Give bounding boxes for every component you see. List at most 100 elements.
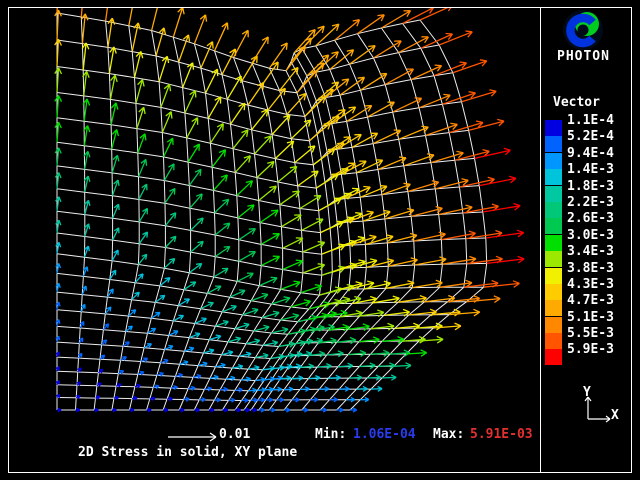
vector-arrow (162, 112, 172, 133)
max-value: 5.91E-03 (470, 427, 533, 442)
photon-logo-icon (561, 9, 605, 53)
vector-arrow (212, 150, 225, 168)
vector-arrow (208, 97, 221, 119)
vector-arrow (260, 210, 278, 222)
legend-swatch (545, 153, 562, 169)
legend-swatch (545, 136, 562, 152)
vector-arrow (85, 246, 90, 257)
vector-arrow (187, 118, 198, 138)
legend-swatch (545, 349, 562, 365)
plot-area (55, 0, 524, 412)
vector-arrow (280, 191, 299, 205)
vector-arrow (312, 89, 334, 109)
vector-arrow (111, 103, 118, 125)
legend-swatch (545, 169, 562, 185)
vector-arrow (386, 281, 414, 289)
vector-arrow (261, 256, 279, 265)
vector-arrow (227, 76, 241, 99)
vector-arrow (328, 193, 352, 205)
legend-value: 9.4E-4 (567, 146, 614, 161)
vector-arrow (272, 115, 290, 135)
legend-swatch (545, 333, 562, 349)
color-legend: 1.1E-45.2E-49.4E-41.4E-31.8E-32.2E-32.6E… (545, 120, 614, 366)
vector-arrow (252, 37, 268, 63)
legend-swatch (545, 235, 562, 251)
vector-arrow (301, 285, 322, 293)
vector-arrow (188, 144, 199, 162)
legend-swatch (545, 120, 562, 136)
vector-arrow (55, 39, 62, 66)
vector-arrow (281, 281, 300, 289)
min-label: Min: (315, 427, 346, 442)
vector-arrow (291, 120, 311, 139)
vector-arrow (76, 396, 80, 399)
vector-arrow (259, 277, 277, 285)
vector-arrow (159, 56, 169, 81)
vector-arrow (165, 236, 176, 247)
vector-arrow (129, 0, 137, 26)
legend-swatch (545, 218, 562, 234)
legend-value: 5.9E-3 (567, 342, 614, 357)
vector-arrow (56, 336, 60, 342)
scale-reference-arrow (166, 431, 224, 443)
legend-swatch (545, 268, 562, 284)
vector-arrow (152, 0, 162, 31)
vector-arrow (215, 247, 230, 257)
legend-value: 2.6E-3 (567, 211, 614, 226)
vector-arrow (135, 51, 143, 77)
vector-arrow (136, 80, 144, 104)
vector-arrow (165, 213, 175, 226)
vector-arrow (275, 141, 293, 159)
vector-arrow (222, 49, 236, 75)
vector-arrow (322, 266, 345, 275)
vector-arrow (56, 367, 60, 372)
vector-arrow (280, 68, 298, 91)
legend-value: 4.3E-3 (567, 277, 614, 292)
vector-arrow (183, 63, 194, 88)
vector-arrow (108, 18, 115, 47)
vector-arrow (283, 260, 303, 269)
vector-arrow (239, 252, 256, 262)
vector-arrow (55, 68, 62, 93)
vector-arrow (215, 223, 230, 235)
legend-value: 3.4E-3 (567, 244, 614, 259)
vector-arrow (165, 189, 175, 204)
vector-arrow (206, 69, 218, 93)
vector-arrow (230, 290, 245, 297)
vector-arrow (113, 204, 120, 218)
vector-arrow (239, 229, 256, 240)
vector-arrow (56, 220, 61, 233)
legend-swatch (545, 186, 562, 202)
vector-arrow (325, 169, 348, 183)
vector-arrow (261, 234, 279, 245)
vector-arrow (110, 75, 117, 99)
legend-swatch (545, 202, 562, 218)
vector-arrow (55, 122, 61, 142)
vector-arrow (85, 200, 90, 214)
vector-arrow (56, 381, 59, 385)
vector-arrow (191, 241, 204, 252)
vector-arrow (257, 162, 274, 178)
vector-arrow (55, 173, 61, 189)
photon-viewport: 0.01 Min: 1.06E-04 Max: 5.91E-03 2D Stre… (0, 0, 640, 480)
vector-arrow (76, 408, 80, 412)
vector-arrow (173, 7, 184, 37)
x-axis-label: X (611, 408, 619, 423)
legend-value: 3.8E-3 (567, 261, 614, 276)
vector-arrow (201, 42, 213, 69)
vector-arrow (252, 110, 268, 130)
vector-arrow (238, 205, 254, 218)
vector-arrow (255, 136, 272, 154)
vector-arrow (85, 224, 90, 237)
vector-arrow (55, 148, 61, 166)
vector-arrow (139, 208, 147, 222)
vector-arrow (112, 250, 118, 261)
vector-arrow (237, 181, 253, 196)
legend-value: 4.7E-3 (567, 293, 614, 308)
legend-swatch (545, 251, 562, 267)
vector-arrow (55, 95, 62, 117)
legend-entry: 5.9E-3 (545, 349, 614, 365)
plot-title: 2D Stress in solid, XY plane (78, 445, 297, 460)
vector-arrow (185, 91, 196, 114)
vector-arrow (215, 23, 228, 51)
